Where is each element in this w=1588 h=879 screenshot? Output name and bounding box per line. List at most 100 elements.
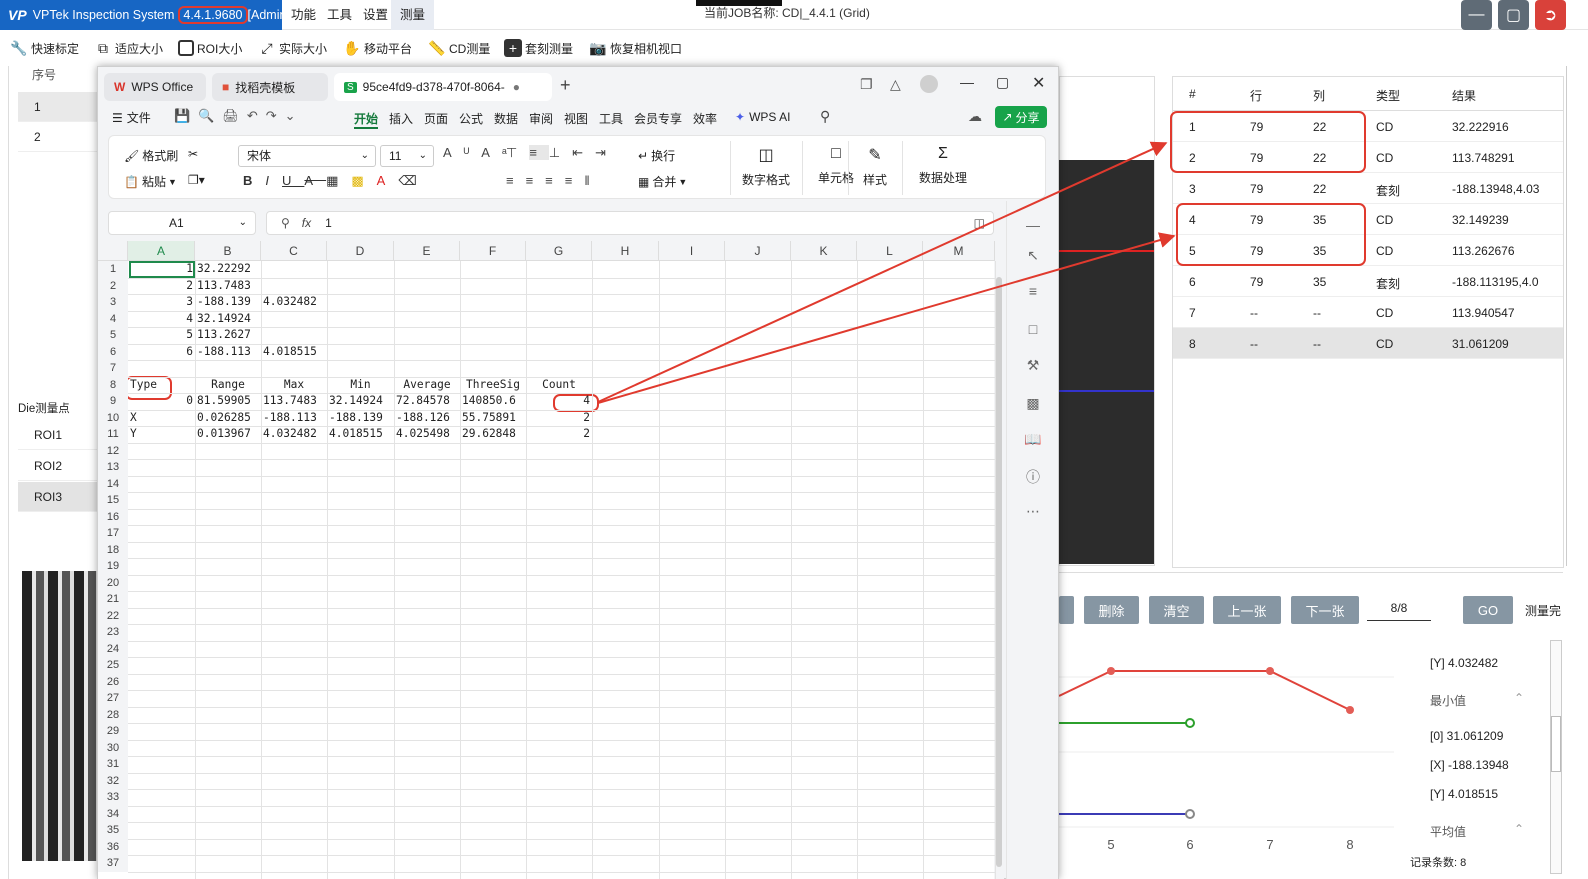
prev-button[interactable]: 上一张 <box>1213 596 1281 624</box>
row-header[interactable]: 21 <box>98 591 128 608</box>
wps-close-icon[interactable]: ✕ <box>1032 73 1045 93</box>
row-header[interactable]: 15 <box>98 492 128 509</box>
row-header[interactable]: 4 <box>98 310 128 327</box>
row-header[interactable]: 30 <box>98 739 128 756</box>
clear-button[interactable]: 清空 <box>1149 596 1204 624</box>
spreadsheet-cell[interactable]: 2 <box>130 278 193 295</box>
spreadsheet-cell[interactable]: 32.14924 <box>329 393 392 410</box>
row-header[interactable]: 19 <box>98 558 128 575</box>
avatar[interactable] <box>920 75 938 93</box>
spreadsheet-cell[interactable]: 4.032482 <box>263 426 325 443</box>
new-tab-button[interactable]: + <box>560 75 571 96</box>
spreadsheet-cell[interactable]: Min <box>329 377 392 394</box>
row-header[interactable]: 10 <box>98 409 128 426</box>
column-header[interactable]: A <box>128 241 195 261</box>
window-layout-icon[interactable]: ❐ <box>860 76 873 93</box>
row-header[interactable]: 20 <box>98 574 128 591</box>
spreadsheet-cell[interactable]: X <box>130 410 193 427</box>
menu-formula[interactable]: 公式 <box>459 110 483 127</box>
row-header[interactable]: 5 <box>98 327 128 344</box>
restore-viewport-button[interactable]: 📷 恢复相机视口 <box>589 36 682 60</box>
chart-icon[interactable]: ▩ <box>1023 395 1043 415</box>
format-painter-button[interactable]: 🖌 格式刷 <box>124 147 178 164</box>
column-header[interactable]: I <box>659 241 725 261</box>
row-header[interactable]: 14 <box>98 475 128 492</box>
share-button[interactable]: ↗ 分享 <box>995 106 1047 128</box>
cd-measure-button[interactable]: 📏 CD测量 <box>428 36 490 60</box>
cut-icon[interactable]: ✂ <box>188 147 198 161</box>
spreadsheet-cell[interactable]: Average <box>396 377 458 394</box>
column-header[interactable]: F <box>460 241 526 261</box>
spreadsheet-cell[interactable]: 140850.6 <box>462 393 524 410</box>
delete-button[interactable]: 删除 <box>1084 596 1139 624</box>
row-header[interactable]: 17 <box>98 525 128 542</box>
spreadsheet-cell[interactable]: Max <box>263 377 325 394</box>
minimize-button[interactable]: — <box>1461 0 1492 30</box>
cloud-icon[interactable]: ☁ <box>968 108 982 125</box>
spreadsheet-cell[interactable]: 32.14924 <box>197 311 259 328</box>
next-button[interactable]: 下一张 <box>1291 596 1359 624</box>
row-header[interactable]: 31 <box>98 756 128 773</box>
column-header[interactable]: M <box>923 241 995 261</box>
roi-item-2[interactable]: ROI2 <box>18 451 98 481</box>
row-header[interactable]: 9 <box>98 393 128 410</box>
frame-icon[interactable]: □ <box>1023 321 1043 341</box>
row-header[interactable]: 32 <box>98 772 128 789</box>
spreadsheet-cell[interactable]: 113.2627 <box>197 327 259 344</box>
actual-size-button[interactable]: ⤢ 实际大小 <box>258 36 327 60</box>
row-header[interactable]: 34 <box>98 805 128 822</box>
spreadsheet-cell[interactable]: 0 <box>130 393 193 410</box>
list-item[interactable]: 2 <box>18 122 98 152</box>
spreadsheet-cell[interactable]: Count <box>528 377 590 394</box>
spreadsheet-cell[interactable]: -188.139 <box>329 410 392 427</box>
merge-button[interactable]: ▦ 合并 ▼ <box>638 173 687 190</box>
align-top-icons[interactable]: ⊤≡⊥⇤⇥ <box>506 145 618 161</box>
move-stage-button[interactable]: ✋ 移动平台 <box>343 36 412 60</box>
spreadsheet-cell[interactable]: 2 <box>528 426 590 443</box>
row-header[interactable]: 27 <box>98 690 128 707</box>
search-icon[interactable]: ⚲ <box>820 108 830 125</box>
spreadsheet-cell[interactable]: -188.113 <box>197 344 259 361</box>
maximize-button[interactable]: ▢ <box>1498 0 1529 30</box>
spreadsheet-cell[interactable]: -188.113 <box>263 410 325 427</box>
tab-wps-office[interactable]: W WPS Office <box>104 73 206 101</box>
book-icon[interactable]: 📖 <box>1023 431 1043 451</box>
menu-view[interactable]: 视图 <box>564 110 588 127</box>
row-header[interactable]: 22 <box>98 607 128 624</box>
spreadsheet-cell[interactable]: 5 <box>130 327 193 344</box>
go-button[interactable]: GO <box>1463 596 1513 624</box>
collapse-icon[interactable]: — <box>1023 217 1043 237</box>
number-format-button[interactable]: ◫ 数字格式 <box>734 145 798 188</box>
row-header[interactable]: 28 <box>98 706 128 723</box>
row-header[interactable]: 35 <box>98 822 128 839</box>
spreadsheet-cell[interactable]: 55.75891 <box>462 410 524 427</box>
spreadsheet-cell[interactable]: 6 <box>130 344 193 361</box>
scrollbar-thumb[interactable] <box>996 277 1002 867</box>
spreadsheet-cell[interactable]: -188.126 <box>396 410 458 427</box>
tab-spreadsheet[interactable]: S 95ce4fd9-d378-470f-8064- ● <box>334 73 552 101</box>
page-indicator[interactable]: 8/8 <box>1367 601 1431 621</box>
help-icon[interactable]: ⓘ <box>1023 467 1043 487</box>
spreadsheet-cell[interactable]: 2 <box>528 410 590 427</box>
spreadsheet-cell[interactable]: 0.026285 <box>197 410 259 427</box>
quick-access-icons[interactable]: 💾🔍🖨↶↷⌄ <box>174 108 304 124</box>
data-processing-button[interactable]: Σ 数据处理 <box>910 145 976 186</box>
row-header[interactable]: 29 <box>98 723 128 740</box>
column-header[interactable]: K <box>791 241 857 261</box>
collapse-icon[interactable]: ⌃ <box>1514 691 1524 705</box>
column-header[interactable]: B <box>195 241 261 261</box>
row-header[interactable]: 16 <box>98 508 128 525</box>
spreadsheet-cell[interactable]: 81.59905 <box>197 393 259 410</box>
spreadsheet-cell[interactable]: 4.018515 <box>329 426 392 443</box>
spreadsheet-cell[interactable]: 113.7483 <box>263 393 325 410</box>
spreadsheet-cell[interactable]: Y <box>130 426 193 443</box>
column-header[interactable]: L <box>857 241 923 261</box>
collapse-icon[interactable]: ⌃ <box>1514 822 1524 836</box>
spreadsheet-cell[interactable]: 4.032482 <box>263 294 325 311</box>
spreadsheet-cell[interactable]: 113.7483 <box>197 278 259 295</box>
spreadsheet-cell[interactable]: ThreeSig <box>462 377 524 394</box>
align-h-icons[interactable]: ≡≡≡≡‖ <box>506 173 602 188</box>
column-header[interactable]: J <box>725 241 791 261</box>
menu-page[interactable]: 页面 <box>424 110 448 127</box>
cube-icon[interactable]: △ <box>890 76 901 93</box>
